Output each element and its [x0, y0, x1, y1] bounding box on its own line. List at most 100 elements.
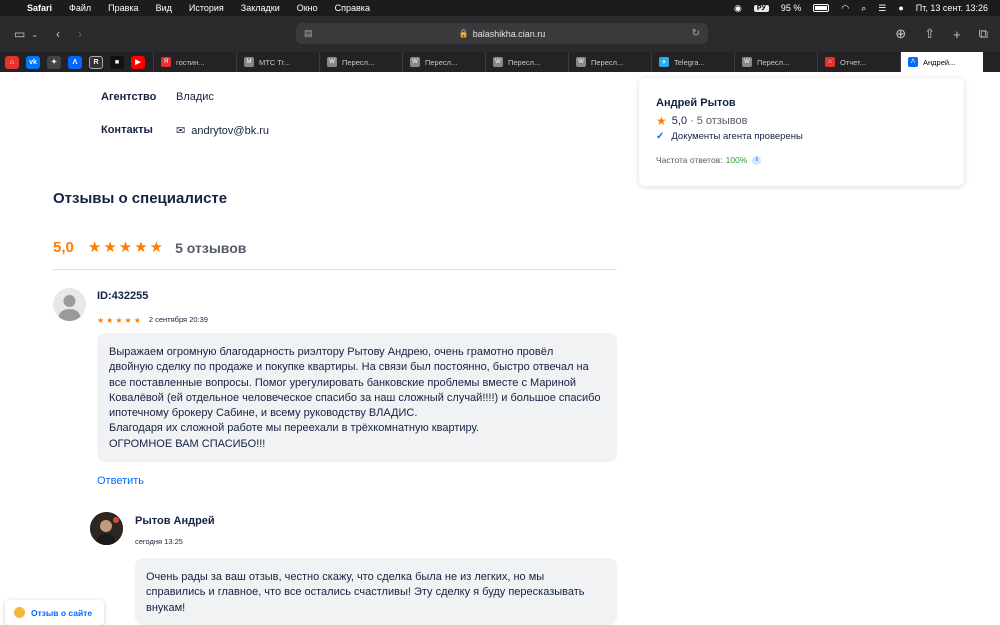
pinned-tab-4[interactable]: Λ	[68, 55, 82, 69]
menu-edit[interactable]: Правка	[108, 3, 138, 13]
response-rate-value: 100%	[725, 155, 748, 165]
check-icon: ✓	[656, 131, 665, 142]
tab-favicon-icon: W	[493, 57, 503, 67]
agent-avatar	[90, 512, 123, 545]
star-icon: ★	[134, 239, 148, 256]
menu-window[interactable]: Окно	[297, 3, 318, 13]
address-bar[interactable]: ▤ 🔒 balashikha.cian.ru ↻	[296, 23, 708, 44]
review-stars: ★ ★ ★ ★ ★	[97, 310, 143, 328]
star-icon: ★	[103, 239, 117, 256]
browser-tab[interactable]: W Пересл...	[734, 52, 817, 72]
pinned-tab-5[interactable]: R	[89, 55, 103, 69]
reviews-title: Отзывы о специалисте	[53, 190, 228, 207]
menu-bar: Safari Файл Правка Вид История Закладки …	[0, 0, 1000, 16]
agent-rating-value: 5,0	[671, 115, 688, 127]
chevron-down-icon[interactable]: ⌄	[31, 30, 38, 39]
menu-view[interactable]: Вид	[156, 3, 172, 13]
menu-app-name[interactable]: Safari	[27, 3, 52, 13]
reply-button[interactable]: Ответить	[97, 475, 144, 487]
clock[interactable]: Пт, 13 сент. 13:26	[916, 3, 988, 13]
status-app-icon[interactable]: ◉	[734, 3, 742, 14]
agent-name[interactable]: Андрей Рытов	[656, 97, 736, 109]
browser-tab[interactable]: Λ Андрей...	[900, 52, 983, 72]
menu-history[interactable]: История	[189, 3, 224, 13]
site-feedback-button[interactable]: Отзыв о сайте	[5, 600, 104, 625]
verified-row: ✓ Документы агента проверены	[656, 131, 803, 142]
star-icon: ★	[124, 316, 132, 325]
agency-value: Владис	[176, 91, 214, 103]
agent-photo-icon	[90, 512, 123, 545]
page-content: Агентство Владис Контакты ✉ andrytov@bk.r…	[0, 72, 1000, 625]
rating-value: 5,0	[53, 239, 74, 256]
browser-tab[interactable]: Ягостин...	[153, 52, 236, 72]
tab-label: Пересл...	[591, 57, 624, 67]
answer-text: Очень рады за ваш отзыв, честно скажу, ч…	[135, 558, 617, 625]
menu-bookmarks[interactable]: Закладки	[241, 3, 280, 13]
divider	[53, 269, 617, 270]
keyboard-layout[interactable]: РУ	[753, 4, 769, 12]
page-icon: ▤	[304, 28, 313, 38]
tab-favicon-icon: Λ	[908, 57, 918, 67]
review-meta: ★ ★ ★ ★ ★ 2 сентября 20:39	[97, 310, 208, 328]
menu-file[interactable]: Файл	[69, 3, 91, 13]
pinned-tab-vk[interactable]: vk	[26, 55, 40, 69]
mail-icon: ✉	[176, 125, 186, 137]
response-rate: Частота ответов: 100% i	[656, 155, 762, 165]
agent-reviews-link[interactable]: 5 отзывов	[697, 115, 748, 127]
review-date: 2 сентября 20:39	[148, 314, 208, 324]
reload-icon[interactable]: ↻	[692, 28, 700, 39]
agency-label: Агентство	[101, 91, 157, 103]
avatar	[53, 288, 86, 321]
reviews-count[interactable]: 5 отзывов	[175, 240, 246, 256]
tab-favicon-icon: ✈	[659, 57, 669, 67]
browser-tab[interactable]: W Пересл...	[485, 52, 568, 72]
review-text: Выражаем огромную благодарность риэлтору…	[97, 333, 617, 462]
downloads-icon[interactable]: ⊕	[895, 26, 906, 42]
tab-favicon-icon: W	[327, 57, 337, 67]
browser-tab[interactable]: M МТС Тr...	[236, 52, 319, 72]
tab-label: Отчет...	[840, 57, 866, 67]
tab-favicon-icon: ⌂	[825, 57, 835, 67]
email-text: andrytov@bk.ru	[191, 125, 270, 137]
menu-help[interactable]: Справка	[335, 3, 370, 13]
info-icon[interactable]: i	[752, 155, 762, 165]
site-feedback-label: Отзыв о сайте	[31, 607, 93, 618]
pinned-tab-youtube[interactable]: ▶	[131, 55, 145, 69]
review-author: ID:432255	[97, 290, 149, 302]
back-icon[interactable]: ‹	[56, 27, 60, 41]
browser-tab[interactable]: W Пересл...	[319, 52, 402, 72]
browser-tab[interactable]: W Пересл...	[402, 52, 485, 72]
siri-icon[interactable]: ●	[898, 3, 903, 13]
star-icon: ★	[106, 316, 114, 325]
agent-rating: ★ 5,0 · 5 отзывов	[656, 114, 747, 128]
tab-label: Андрей...	[923, 57, 956, 67]
control-center-icon[interactable]: ☰	[878, 3, 886, 14]
new-tab-icon[interactable]: +	[953, 27, 961, 42]
tab-favicon-icon: W	[410, 57, 420, 67]
tab-favicon-icon: Я	[161, 57, 171, 67]
share-icon[interactable]: ⇧	[924, 26, 935, 42]
sidebar-icon[interactable]: ▭	[14, 27, 25, 41]
tab-overview-icon[interactable]: ⧉	[979, 26, 988, 42]
rating-stars: ★ ★ ★ ★ ★	[88, 238, 165, 257]
lock-icon: 🔒	[458, 29, 469, 38]
agent-card: Андрей Рытов ★ 5,0 · 5 отзывов ✓ Докумен…	[639, 78, 964, 186]
battery-icon[interactable]	[813, 4, 830, 12]
browser-tab[interactable]: ✈ Telegra...	[651, 52, 734, 72]
pinned-tab-1[interactable]: ⌂	[5, 55, 19, 69]
spotlight-icon[interactable]: ⌕	[861, 3, 866, 14]
star-icon: ★	[149, 239, 164, 256]
answer-date: сегодня 13:25	[135, 537, 183, 546]
wifi-icon[interactable]: ◠	[841, 3, 849, 14]
browser-tab[interactable]: W Пересл...	[568, 52, 651, 72]
star-icon: ★	[118, 239, 133, 256]
tab-label: Telegra...	[674, 57, 705, 67]
pinned-tab-3[interactable]: ✦	[47, 55, 61, 69]
contacts-label: Контакты	[101, 124, 153, 136]
browser-tab[interactable]: ⌂ Отчет...	[817, 52, 900, 72]
email-link[interactable]: ✉ andrytov@bk.ru	[176, 124, 269, 137]
pinned-tab-6[interactable]: ■	[110, 55, 124, 69]
tab-label: Пересл...	[342, 57, 375, 67]
browser-toolbar: ▭ ⌄ ‹ › ▤ 🔒 balashikha.cian.ru ↻ ⊕ ⇧ + ⧉	[0, 16, 1000, 52]
forward-icon[interactable]: ›	[78, 27, 82, 41]
